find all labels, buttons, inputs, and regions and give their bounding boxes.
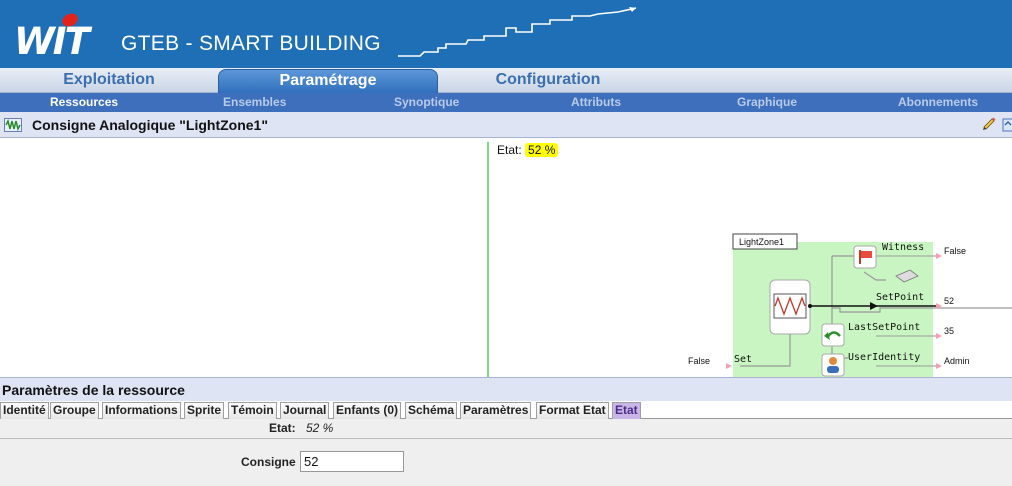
page-title: Consigne Analogique "LightZone1" bbox=[32, 117, 268, 133]
waveform-icon bbox=[4, 118, 22, 132]
form-etat-label: Etat: bbox=[269, 421, 296, 435]
splitter[interactable] bbox=[487, 142, 489, 377]
export-icon[interactable] bbox=[1002, 116, 1012, 132]
tab-parametres[interactable]: Paramètres bbox=[460, 402, 532, 419]
etat-form: Etat: 52 % Consigne bbox=[0, 419, 1012, 486]
resource-view: Etat: 52 % LightZone1 Witness SetPoint L… bbox=[0, 138, 1012, 377]
resource-tabs: Identité Groupe Informations Sprite Témo… bbox=[0, 401, 1012, 419]
tab-schema[interactable]: Schéma bbox=[405, 402, 458, 419]
sub-nav: Ressources Ensembles Synoptique Attribut… bbox=[0, 93, 1012, 112]
port-useridentity: UserIdentity bbox=[848, 352, 920, 363]
tab-groupe[interactable]: Groupe bbox=[50, 402, 99, 419]
port-setpoint: SetPoint bbox=[876, 292, 924, 303]
value-set: False bbox=[688, 356, 710, 366]
consigne-label: Consigne bbox=[241, 455, 296, 469]
port-lastsetpoint: LastSetPoint bbox=[848, 322, 920, 333]
subnav-ensembles[interactable]: Ensembles bbox=[223, 95, 286, 109]
tab-format-etat[interactable]: Format Etat bbox=[536, 402, 609, 419]
title-bar: Consigne Analogique "LightZone1" bbox=[0, 112, 1012, 138]
port-set: Set bbox=[734, 354, 752, 365]
function-block-diagram: LightZone1 Witness SetPoint LastSetPoint… bbox=[688, 233, 1012, 377]
tab-identite[interactable]: Identité bbox=[0, 402, 49, 419]
tab-temoin[interactable]: Témoin bbox=[228, 402, 277, 419]
pencil-icon[interactable] bbox=[981, 116, 997, 132]
value-setpoint: 52 bbox=[944, 296, 954, 306]
value-lastsetpoint: 35 bbox=[944, 326, 954, 336]
value-witness: False bbox=[944, 246, 966, 256]
tab-enfants[interactable]: Enfants (0) bbox=[333, 402, 402, 419]
port-witness: Witness bbox=[882, 242, 924, 253]
block-title: LightZone1 bbox=[739, 237, 784, 247]
app-title: GTEB - SMART BUILDING bbox=[121, 32, 381, 55]
tab-informations[interactable]: Informations bbox=[102, 402, 181, 419]
etat-display: Etat: 52 % bbox=[497, 143, 559, 157]
section-header: Paramètres de la ressource bbox=[0, 377, 1012, 401]
form-etat-value: 52 % bbox=[306, 421, 334, 435]
tab-configuration[interactable]: Configuration bbox=[438, 69, 658, 93]
section-title: Paramètres de la ressource bbox=[2, 382, 185, 398]
subnav-attributs[interactable]: Attributs bbox=[571, 95, 621, 109]
tab-etat[interactable]: Etat bbox=[612, 402, 641, 419]
app-header: WIT GTEB - SMART BUILDING bbox=[0, 0, 1012, 68]
subnav-abonnements[interactable]: Abonnements bbox=[898, 95, 978, 109]
tab-parametrage[interactable]: Paramétrage bbox=[218, 69, 438, 93]
tab-exploitation[interactable]: Exploitation bbox=[0, 69, 218, 93]
tab-journal[interactable]: Journal bbox=[280, 402, 330, 419]
etat-value: 52 % bbox=[525, 143, 559, 157]
value-useridentity: Admin bbox=[944, 356, 970, 366]
main-tabs: Exploitation Paramétrage Configuration bbox=[0, 68, 1012, 93]
subnav-graphique[interactable]: Graphique bbox=[737, 95, 797, 109]
consigne-input[interactable] bbox=[300, 451, 404, 472]
subnav-ressources[interactable]: Ressources bbox=[50, 95, 118, 109]
form-separator bbox=[0, 438, 1012, 439]
tab-sprite[interactable]: Sprite bbox=[184, 402, 225, 419]
skyline-graphic bbox=[398, 7, 637, 57]
subnav-synoptique[interactable]: Synoptique bbox=[394, 95, 459, 109]
etat-label: Etat: bbox=[497, 143, 522, 157]
logo[interactable]: WIT bbox=[14, 20, 90, 63]
